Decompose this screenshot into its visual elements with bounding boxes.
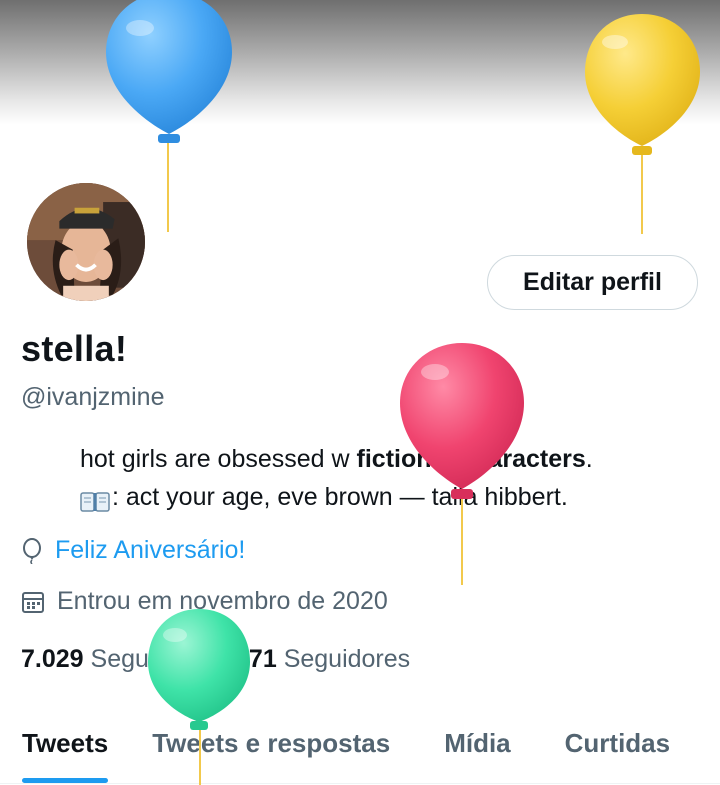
edit-profile-button[interactable]: Editar perfil [487,255,698,310]
profile-banner[interactable] [0,0,720,125]
profile-handle: @ivanjzmine [21,383,165,411]
followers-link[interactable]: 7.071 Seguidores [214,645,410,674]
balloon-icon [23,537,41,564]
tab-likes-label: Curtidas [564,728,671,758]
tab-tweets-replies[interactable]: Tweets e respostas [152,710,390,783]
bio-line-2: : act your age, eve brown — talia hibber… [80,478,593,516]
follow-stats: 7.029 Seguindo 7.071 Seguidores [21,645,428,674]
open-book-emoji [80,486,110,512]
tab-media[interactable]: Mídia [444,710,510,783]
profile-tabs: Tweets Tweets e respostas Mídia Curtidas [0,710,720,784]
tab-tweets-label: Tweets [22,728,109,758]
bio-line-1: hot girls are obsessed w fictional chara… [80,440,593,478]
birthday-row: Feliz Aniversário! [21,536,245,565]
tab-tweets-replies-label: Tweets e respostas [152,728,391,758]
joined-row: Entrou em novembro de 2020 [21,587,388,616]
avatar-photo [27,183,145,301]
followers-count: 7.071 [214,645,277,673]
active-tab-indicator [22,778,109,783]
bio-text: hot girls are obsessed w [80,445,357,473]
profile-name: stella! [21,328,128,369]
bio-bold-text: fictional characters [356,445,586,473]
bio-book-text: : act your age, eve brown — talia hibber… [112,483,568,511]
profile-bio: hot girls are obsessed w fictional chara… [80,440,593,516]
following-label: Seguindo [90,645,197,673]
birthday-link[interactable]: Feliz Aniversário! [55,536,245,565]
tab-media-label: Mídia [444,728,511,758]
calendar-icon [22,591,44,613]
followers-label: Seguidores [283,645,411,673]
bio-punctuation: . [585,445,593,473]
tab-likes[interactable]: Curtidas [565,710,670,783]
joined-date: Entrou em novembro de 2020 [57,587,388,615]
tab-tweets[interactable]: Tweets [22,710,109,783]
following-link[interactable]: 7.029 Seguindo [21,645,196,674]
following-count: 7.029 [21,645,84,673]
avatar[interactable] [24,180,148,304]
